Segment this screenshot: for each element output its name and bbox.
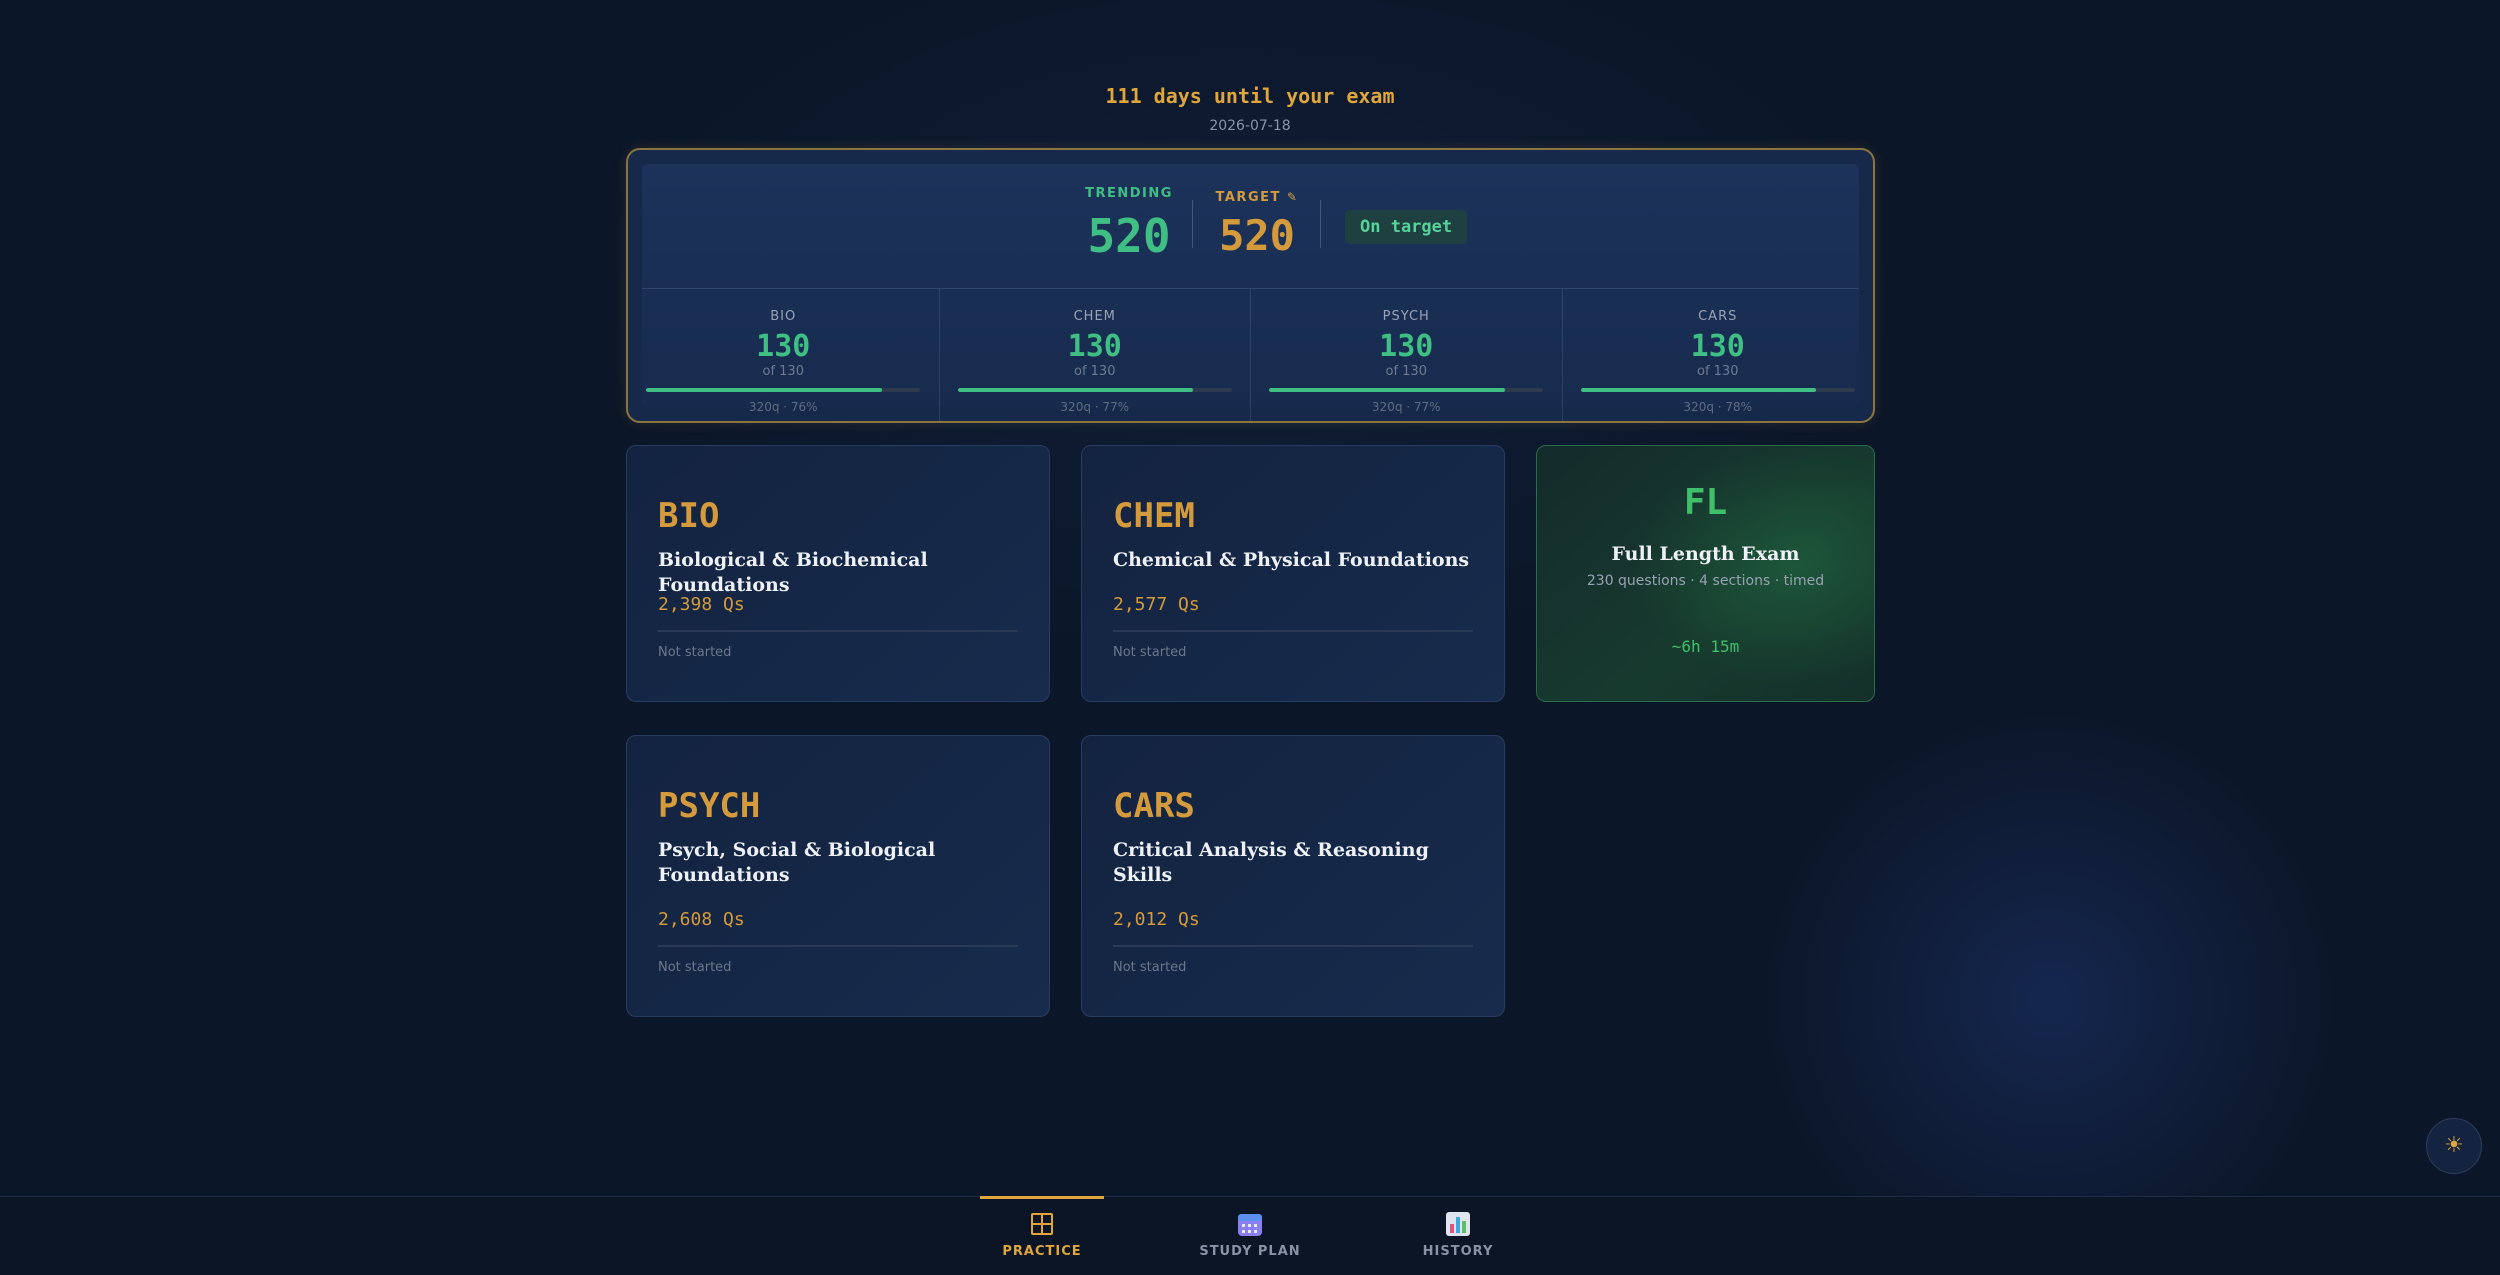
trending-value: 520 <box>1087 209 1171 263</box>
card-progress-bar <box>1113 945 1473 947</box>
card-status: Not started <box>658 645 732 660</box>
card-cars[interactable]: CARS Critical Analysis & Reasoning Skill… <box>1081 735 1505 1017</box>
section-name: CARS <box>1698 309 1738 324</box>
section-max: of 130 <box>1074 364 1116 379</box>
card-subtitle: 230 questions · 4 sections · timed <box>1586 573 1825 589</box>
score-panel-inner: TRENDING 520 TARGET ✎ 520 On target BIO … <box>642 164 1859 421</box>
card-question-count: 2,398 Qs <box>658 594 745 615</box>
target-label-row[interactable]: TARGET ✎ <box>1202 190 1312 205</box>
bottom-nav: PRACTICE STUDY PLAN HISTORY <box>0 1196 2500 1275</box>
section-max: of 130 <box>762 364 804 379</box>
score-panel: TRENDING 520 TARGET ✎ 520 On target BIO … <box>626 148 1875 423</box>
section-name: BIO <box>770 309 797 324</box>
section-stats: 320q · 77% <box>1371 400 1441 414</box>
section-progress-bar <box>957 388 1232 392</box>
section-score-chem: CHEM 130 of 130 320q · 77% <box>940 289 1251 421</box>
card-title: Full Length Exam <box>1611 543 1800 565</box>
section-scores: BIO 130 of 130 320q · 76% CHEM 130 of 13… <box>628 289 1873 421</box>
section-score: 130 <box>1379 329 1434 364</box>
section-progress-bar <box>1269 388 1544 392</box>
section-progress-bar <box>1580 388 1855 392</box>
card-bio[interactable]: BIO Biological & Biochemical Foundations… <box>626 445 1050 702</box>
card-full-length[interactable]: FL Full Length Exam 230 questions · 4 se… <box>1536 445 1875 702</box>
card-title: Biological & Biochemical Foundations <box>658 549 928 596</box>
card-code: PSYCH <box>658 786 761 826</box>
section-name: PSYCH <box>1382 309 1430 324</box>
score-divider <box>1192 200 1193 248</box>
section-stats: 320q · 76% <box>748 400 818 414</box>
card-code: CARS <box>1113 786 1195 826</box>
nav-practice[interactable]: PRACTICE <box>980 1196 1104 1275</box>
section-stats: 320q · 77% <box>1060 400 1130 414</box>
section-stats: 320q · 78% <box>1683 400 1753 414</box>
card-title: Critical Analysis & Reasoning Skills <box>1113 839 1429 886</box>
section-progress-fill <box>1269 388 1505 392</box>
card-title: Chemical & Physical Foundations <box>1113 549 1470 571</box>
card-title: Psych, Social & Biological Foundations <box>658 839 936 886</box>
section-score-bio: BIO 130 of 130 320q · 76% <box>628 289 940 421</box>
card-code: CHEM <box>1113 496 1195 536</box>
card-status: Not started <box>1113 645 1187 660</box>
section-progress-bar <box>646 388 921 392</box>
card-status: Not started <box>658 960 732 975</box>
target-label: TARGET <box>1215 190 1281 205</box>
section-score-cars: CARS 130 of 130 320q · 78% <box>1563 289 1874 421</box>
nav-study-plan[interactable]: STUDY PLAN <box>1188 1197 1312 1275</box>
grid-icon <box>980 1211 1104 1237</box>
nav-label: STUDY PLAN <box>1199 1244 1301 1259</box>
status-badge: On target <box>1345 210 1468 244</box>
section-max: of 130 <box>1385 364 1427 379</box>
card-status: Not started <box>1113 960 1187 975</box>
nav-history[interactable]: HISTORY <box>1396 1197 1520 1275</box>
target-score[interactable]: TARGET ✎ 520 <box>1202 190 1312 257</box>
card-progress-bar <box>658 945 1018 947</box>
trending-label: TRENDING <box>1085 186 1173 201</box>
card-psych[interactable]: PSYCH Psych, Social & Biological Foundat… <box>626 735 1050 1017</box>
card-code: FL <box>1683 482 1728 523</box>
calendar-icon <box>1188 1211 1312 1237</box>
section-score: 130 <box>1690 329 1745 364</box>
section-progress-fill <box>1580 388 1817 392</box>
exam-date: 2026-07-18 <box>1209 118 1291 134</box>
section-score: 130 <box>1067 329 1122 364</box>
section-name: CHEM <box>1073 309 1116 324</box>
score-summary: TRENDING 520 TARGET ✎ 520 On target <box>642 164 1859 289</box>
score-divider <box>1320 200 1321 248</box>
nav-label: PRACTICE <box>1002 1244 1082 1259</box>
exam-countdown: 111 days until your exam <box>1105 84 1395 108</box>
section-progress-fill <box>646 388 882 392</box>
theme-toggle-button[interactable]: ☀ <box>2426 1118 2482 1174</box>
nav-label: HISTORY <box>1422 1244 1494 1259</box>
card-question-count: 2,608 Qs <box>658 909 745 930</box>
section-score-psych: PSYCH 130 of 130 320q · 77% <box>1251 289 1563 421</box>
card-progress-bar <box>1113 630 1473 632</box>
pencil-icon[interactable]: ✎ <box>1287 190 1299 204</box>
card-question-count: 2,012 Qs <box>1113 909 1200 930</box>
section-max: of 130 <box>1697 364 1739 379</box>
card-code: BIO <box>658 496 720 536</box>
bar-chart-icon <box>1396 1211 1520 1237</box>
card-chem[interactable]: CHEM Chemical & Physical Foundations 2,5… <box>1081 445 1505 702</box>
card-duration: ~6h 15m <box>1671 637 1740 656</box>
section-progress-fill <box>957 388 1194 392</box>
sun-icon: ☀ <box>2444 1133 2464 1158</box>
trending-score: TRENDING 520 <box>1074 186 1184 259</box>
card-progress-bar <box>658 630 1018 632</box>
card-question-count: 2,577 Qs <box>1113 594 1200 615</box>
section-score: 130 <box>756 329 811 364</box>
target-value: 520 <box>1219 211 1295 260</box>
